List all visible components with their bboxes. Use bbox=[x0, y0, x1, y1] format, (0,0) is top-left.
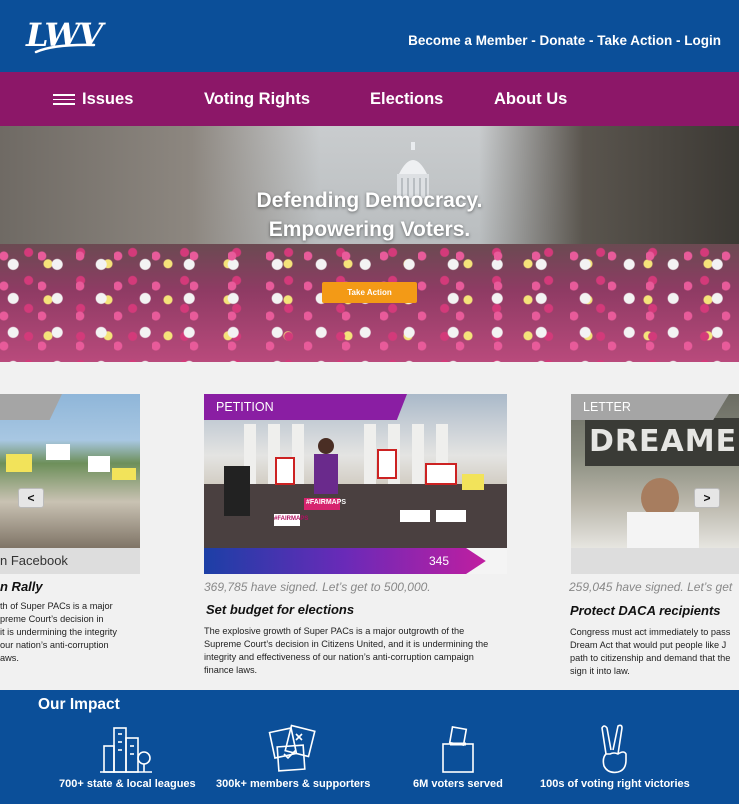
left-card-title: n Rally bbox=[0, 579, 43, 594]
nav-voting-rights[interactable]: Voting Rights bbox=[204, 90, 310, 109]
petition-tag: PETITION bbox=[204, 394, 407, 420]
left-card-body-line: preme Court’s decision in bbox=[0, 614, 104, 624]
left-card-sign bbox=[88, 456, 110, 472]
impact-leagues: 700+ state & local leagues bbox=[59, 778, 196, 790]
left-card-photo bbox=[0, 394, 140, 548]
impact-victories: 100s of voting right victories bbox=[540, 778, 690, 790]
impact-members: 300k+ members & supporters bbox=[216, 778, 371, 790]
left-card-body-line: aws. bbox=[0, 653, 19, 663]
letter-progress-bar bbox=[571, 548, 739, 574]
left-card-body-line: th of Super PACs is a major bbox=[0, 601, 113, 611]
left-card-caption-bar: n Facebook bbox=[0, 548, 140, 574]
left-card-body: th of Super PACs is a major preme Court’… bbox=[0, 600, 140, 665]
become-member-link[interactable]: Become a Member bbox=[408, 33, 527, 48]
nav-elections[interactable]: Elections bbox=[370, 90, 443, 109]
utility-links: Become a Member - Donate - Take Action -… bbox=[408, 33, 721, 48]
carousel-prev-button[interactable]: < bbox=[18, 488, 44, 508]
petition-progress-value: 345 bbox=[429, 554, 450, 568]
peace-hand-icon bbox=[601, 724, 627, 774]
letter-signature-count: 259,045 have signed. Let’s get bbox=[569, 580, 733, 594]
city-buildings-icon bbox=[100, 727, 152, 773]
main-nav: Issues Voting Rights Elections About Us bbox=[0, 72, 739, 126]
dreamer-sign-text: DREAMER bbox=[589, 424, 739, 459]
impact-voters: 6M voters served bbox=[413, 778, 503, 790]
petition-signature-count: 369,785 have signed. Let’s get to 500,00… bbox=[204, 580, 431, 594]
letter-description: Congress must act immediately to pass Dr… bbox=[570, 626, 739, 678]
letter-body-line: Congress must act immediately to pass bbox=[570, 627, 731, 637]
left-card-sign bbox=[6, 454, 32, 472]
lwv-logo[interactable]: LWV bbox=[26, 14, 104, 66]
impact-title: Our Impact bbox=[38, 696, 120, 713]
link-separator: - bbox=[527, 33, 540, 48]
hero-headline: Defending Democracy. Empowering Voters. bbox=[0, 186, 739, 244]
ballots-icon bbox=[268, 724, 316, 772]
protester-shirt bbox=[627, 512, 699, 548]
hero-banner bbox=[0, 126, 739, 362]
hero-line-1: Defending Democracy. bbox=[256, 189, 483, 212]
letter-tag: LETTER bbox=[571, 394, 729, 420]
nav-about-us[interactable]: About Us bbox=[494, 90, 567, 109]
fairmaps-sign: #FAIRMAPS bbox=[274, 516, 309, 522]
petition-description: The explosive growth of Super PACs is a … bbox=[204, 626, 489, 675]
hero-line-2: Empowering Voters. bbox=[268, 218, 471, 241]
left-card-body-line: our nation’s anti-corruption bbox=[0, 640, 109, 650]
letter-body-line: sign it into law. bbox=[570, 666, 630, 676]
carousel-next-button[interactable]: > bbox=[694, 488, 720, 508]
left-card-sign bbox=[46, 444, 70, 460]
letter-body-line: Dream Act that would put people like J bbox=[570, 640, 727, 650]
left-card-tag bbox=[0, 394, 62, 420]
left-card-caption: n Facebook bbox=[0, 553, 68, 568]
petition-title[interactable]: Set budget for elections bbox=[206, 602, 354, 617]
ballot-box-icon bbox=[442, 725, 474, 773]
left-card-sign bbox=[112, 468, 136, 480]
impact-section: Our Impact 700+ state & local leagues 30… bbox=[0, 690, 739, 804]
top-header: LWV Become a Member - Donate - Take Acti… bbox=[0, 0, 739, 72]
link-separator: - bbox=[585, 33, 598, 48]
left-card-body-line: it is undermining the integrity bbox=[0, 627, 117, 637]
hero-crowd bbox=[0, 244, 739, 362]
hamburger-menu-icon[interactable] bbox=[53, 94, 75, 106]
dreamer-sign: DREAMER bbox=[585, 418, 739, 466]
take-action-button[interactable]: Take Action bbox=[322, 282, 417, 303]
logo-swoosh-icon bbox=[34, 43, 96, 54]
letter-title[interactable]: Protect DACA recipients bbox=[570, 603, 721, 618]
letter-body-line: path to citizenship and demand that the bbox=[570, 653, 731, 663]
petition-progress-bar: 345 bbox=[204, 548, 507, 574]
donate-link[interactable]: Donate bbox=[539, 33, 585, 48]
take-action-link[interactable]: Take Action bbox=[597, 33, 672, 48]
login-link[interactable]: Login bbox=[684, 33, 721, 48]
nav-issues[interactable]: Issues bbox=[82, 90, 133, 109]
fairmaps-sign: #FAIRMAPS bbox=[306, 499, 347, 506]
link-separator: - bbox=[672, 33, 685, 48]
